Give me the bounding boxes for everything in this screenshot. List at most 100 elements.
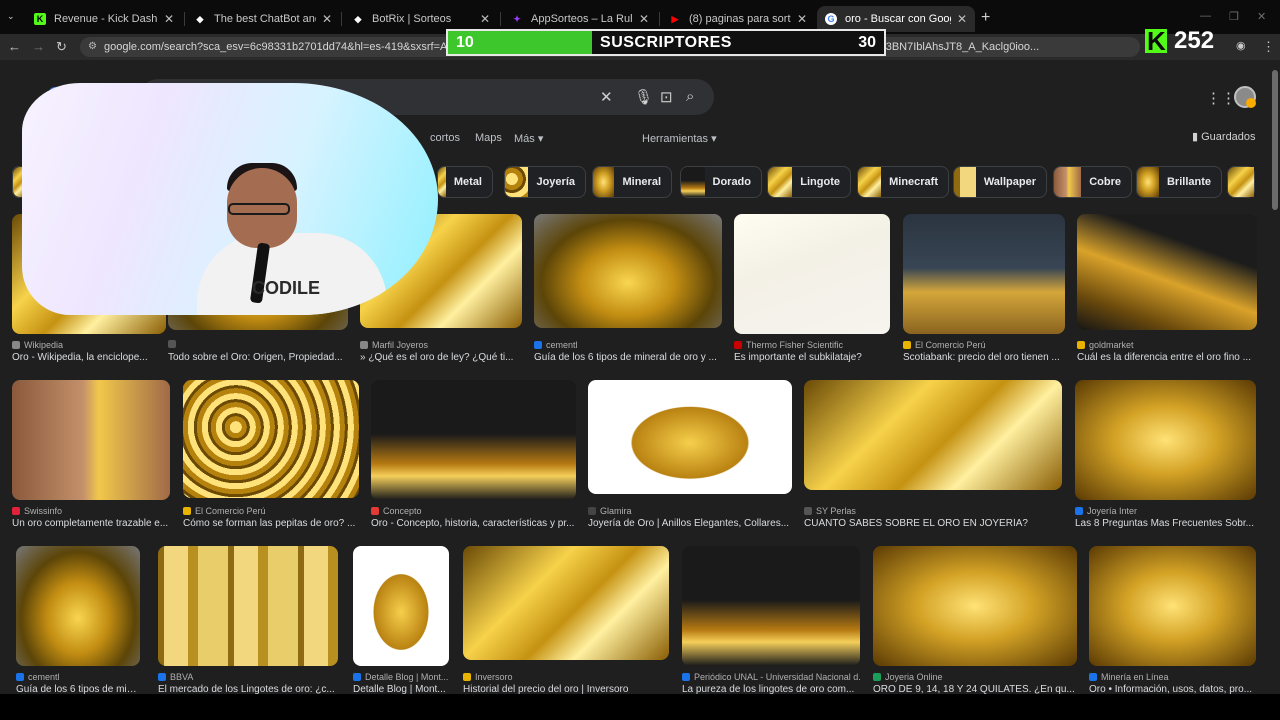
result-source[interactable]: Detalle Blog | Mont... xyxy=(353,672,449,682)
result-source[interactable]: Swissinfo xyxy=(12,506,170,516)
result-title[interactable]: Es importante el subkilataje? xyxy=(734,352,890,363)
close-tab-icon[interactable]: ✕ xyxy=(797,12,807,26)
source-favicon-icon xyxy=(371,507,379,515)
result-source[interactable]: Joyeria Online xyxy=(873,672,1077,682)
minimize-icon[interactable]: — xyxy=(1200,10,1211,22)
search-icon[interactable]: ⌕ xyxy=(686,88,694,105)
result-source[interactable]: SY Perlas xyxy=(804,506,1062,516)
clear-icon[interactable]: ✕ xyxy=(600,88,613,106)
result-thumbnail[interactable] xyxy=(682,546,860,666)
result-title[interactable]: Cuál es la diferencia entre el oro fino … xyxy=(1077,352,1257,363)
chip-partial[interactable] xyxy=(1227,166,1255,198)
chip-wallpaper[interactable]: Wallpaper xyxy=(953,166,1047,198)
chip-dorado[interactable]: Dorado xyxy=(680,166,762,198)
result-thumbnail[interactable] xyxy=(734,214,890,334)
lens-icon[interactable]: ⊡ xyxy=(660,88,673,106)
tab-kick-dashboard[interactable]: K Revenue - Kick Dashboard ✕ xyxy=(26,6,182,32)
result-source[interactable]: Wikipedia xyxy=(12,340,166,350)
result-title[interactable]: Joyería de Oro | Anillos Elegantes, Coll… xyxy=(588,518,792,529)
chip-thumbnail xyxy=(1054,167,1082,197)
result-source[interactable]: cementl xyxy=(16,672,140,682)
chip-metal[interactable]: Metal xyxy=(437,166,493,198)
result-thumbnail[interactable] xyxy=(1077,214,1257,330)
microphone-icon[interactable]: 🎙︎ xyxy=(634,88,653,106)
source-favicon-icon xyxy=(804,507,812,515)
subscriber-goal-bar: 10 SUSCRIPTORES 30 xyxy=(446,29,886,56)
chip-brillante[interactable]: Brillante xyxy=(1136,166,1222,198)
result-thumbnail[interactable] xyxy=(1089,546,1256,666)
tab-divider xyxy=(184,12,185,26)
result-title[interactable]: Todo sobre el Oro: Origen, Propiedad... xyxy=(168,352,348,363)
result-source[interactable]: cementl xyxy=(534,340,722,350)
result-source[interactable]: BBVA xyxy=(158,672,338,682)
close-tab-icon[interactable]: ✕ xyxy=(164,12,174,26)
result-source[interactable]: El Comercio Perú xyxy=(183,506,359,516)
chip-joyería[interactable]: Joyería xyxy=(504,166,586,198)
result-thumbnail[interactable] xyxy=(1075,380,1256,500)
result-title[interactable]: » ¿Qué es el oro de ley? ¿Qué ti... xyxy=(360,352,522,363)
result-source[interactable]: El Comercio Perú xyxy=(903,340,1065,350)
result-thumbnail[interactable] xyxy=(12,380,170,500)
reload-icon[interactable]: ↻ xyxy=(56,39,67,55)
result-source[interactable]: Thermo Fisher Scientific xyxy=(734,340,890,350)
tab-search-icon[interactable]: ⌄ xyxy=(7,11,15,22)
scrollbar[interactable] xyxy=(1272,70,1278,210)
result-source[interactable]: Concepto xyxy=(371,506,576,516)
back-icon[interactable]: ← xyxy=(8,39,21,54)
result-title[interactable]: Oro - Wikipedia, la enciclope... xyxy=(12,352,166,363)
chip-lingote[interactable]: Lingote xyxy=(767,166,851,198)
chip-minecraft[interactable]: Minecraft xyxy=(857,166,949,198)
result-title[interactable]: Un oro completamente trazable e... xyxy=(12,518,170,529)
filter-3[interactable]: Herramientas ▾ xyxy=(642,132,717,145)
forward-icon[interactable]: → xyxy=(32,39,45,54)
source-favicon-icon xyxy=(588,507,596,515)
result-thumbnail[interactable] xyxy=(873,546,1077,666)
source-name: Detalle Blog | Mont... xyxy=(365,672,449,682)
result-thumbnail[interactable] xyxy=(158,546,338,666)
result-thumbnail[interactable] xyxy=(371,380,576,500)
filter-0[interactable]: cortos xyxy=(430,132,460,144)
result-title[interactable]: Scotiabank: precio del oro tienen ... xyxy=(903,352,1065,363)
restore-icon[interactable]: ❐ xyxy=(1229,10,1239,23)
close-tab-icon[interactable]: ✕ xyxy=(480,12,490,26)
source-favicon-icon xyxy=(1089,673,1097,681)
result-source[interactable] xyxy=(168,340,348,348)
shirt-logo-text: CODILE xyxy=(252,278,321,298)
close-window-icon[interactable]: ✕ xyxy=(1257,10,1266,23)
close-tab-icon[interactable]: ✕ xyxy=(957,12,967,26)
result-source[interactable]: Joyería Inter xyxy=(1075,506,1256,516)
result-title[interactable]: CUÁNTO SABES SOBRE EL ORO EN JOYERÍA? xyxy=(804,518,1062,529)
result-title[interactable]: Cómo se forman las pepitas de oro? ... xyxy=(183,518,359,529)
result-source[interactable]: Minería en Línea xyxy=(1089,672,1256,682)
result-title[interactable]: Las 8 Preguntas Mas Frecuentes Sobr... xyxy=(1075,518,1256,529)
result-title[interactable]: Guía de los 6 tipos de mineral de oro y … xyxy=(534,352,722,363)
result-source[interactable]: Marfil Joyeros xyxy=(360,340,522,350)
site-info-icon[interactable]: ⚙ xyxy=(88,41,97,52)
result-thumbnail[interactable] xyxy=(804,380,1062,490)
close-tab-icon[interactable]: ✕ xyxy=(322,12,332,26)
tab-chatbot-widgets[interactable]: ◆ The best ChatBot and Widgets ✕ xyxy=(186,6,340,32)
result-source[interactable]: Inversoro xyxy=(463,672,669,682)
result-thumbnail[interactable] xyxy=(16,546,140,666)
subscriber-goal: 30 xyxy=(858,34,876,51)
result-thumbnail[interactable] xyxy=(183,380,359,498)
filter-2[interactable]: Más ▾ xyxy=(514,132,543,145)
close-tab-icon[interactable]: ✕ xyxy=(639,12,649,26)
result-thumbnail[interactable] xyxy=(534,214,722,328)
result-thumbnail[interactable] xyxy=(588,380,792,494)
chip-mineral[interactable]: Mineral xyxy=(592,166,672,198)
chip-cobre[interactable]: Cobre xyxy=(1053,166,1132,198)
new-tab-icon[interactable]: + xyxy=(981,9,990,27)
result-title[interactable]: Oro - Concepto, historia, característica… xyxy=(371,518,576,529)
profile-icon[interactable]: ◉ xyxy=(1236,39,1246,52)
result-source[interactable]: Glamira xyxy=(588,506,792,516)
browser-menu-icon[interactable]: ⋮ xyxy=(1262,39,1275,55)
result-thumbnail[interactable] xyxy=(353,546,449,666)
saved-link[interactable]: ▮ Guardados xyxy=(1192,130,1256,143)
filter-1[interactable]: Maps xyxy=(475,132,502,144)
chip-thumbnail xyxy=(1228,167,1254,197)
result-source[interactable]: goldmarket xyxy=(1077,340,1257,350)
result-source[interactable]: Periódico UNAL - Universidad Nacional d.… xyxy=(682,672,860,682)
result-thumbnail[interactable] xyxy=(903,214,1065,334)
result-thumbnail[interactable] xyxy=(463,546,669,660)
